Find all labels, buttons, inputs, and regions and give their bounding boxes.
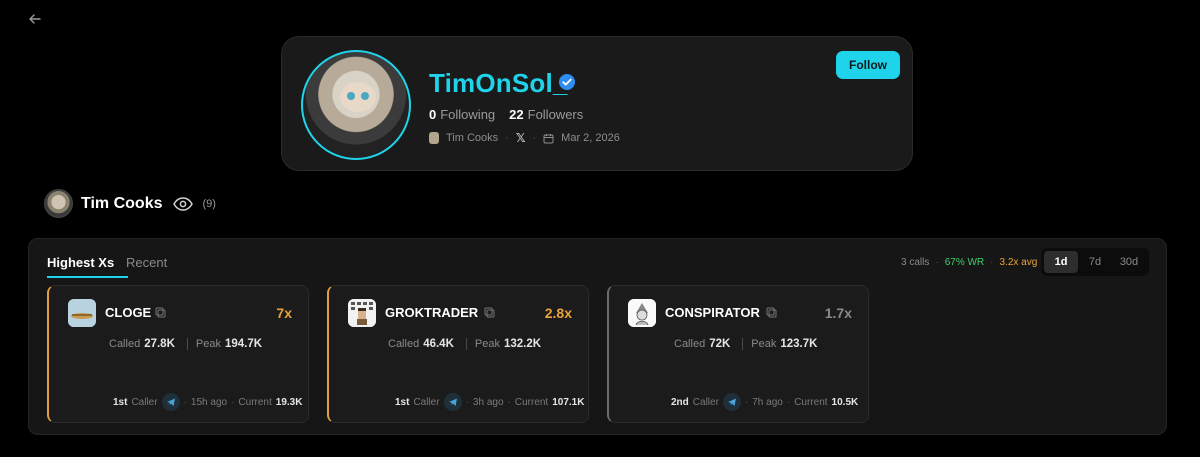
- profile-name: TimOnSol_: [429, 68, 568, 98]
- call-multiplier: 1.7x: [824, 305, 852, 321]
- call-footer: 1st Caller · 15h ago · Current 19.3K: [113, 393, 302, 411]
- channel-link[interactable]: Tim Cooks: [446, 132, 498, 144]
- peak-value: 123.7K: [780, 338, 818, 350]
- verified-badge-icon: [559, 74, 575, 90]
- profile-card: TimOnSol_ 0 Following 22 Followers Tim Coo…: [281, 36, 913, 171]
- following-stat[interactable]: 0 Following: [429, 107, 495, 122]
- profile-avatar: [301, 50, 411, 160]
- follow-stats: 0 Following 22 Followers: [429, 107, 583, 122]
- call-multiplier: 7x: [276, 305, 292, 321]
- caller-rank: 1st: [113, 396, 128, 408]
- call-time: 15h ago: [190, 396, 228, 408]
- eye-icon[interactable]: [172, 196, 193, 211]
- current-value: 10.5K: [831, 396, 859, 408]
- tab-recent[interactable]: Recent: [126, 255, 167, 270]
- groktrader-token-icon: [348, 299, 376, 327]
- current-value: 107.1K: [552, 396, 585, 408]
- caller-rank: 1st: [395, 396, 410, 408]
- call-card-conspirator[interactable]: CONSPIRATOR 1.7x Called 72K Peak 123.7K 2n…: [607, 285, 869, 423]
- calls-panel: Highest Xs Recent 3 calls · 67% WR · 3.2…: [28, 238, 1167, 435]
- copy-icon[interactable]: [155, 307, 166, 318]
- range-30d-button[interactable]: 30d: [1112, 251, 1146, 273]
- cloge-token-icon: [68, 299, 96, 327]
- range-7d-button[interactable]: 7d: [1078, 251, 1112, 273]
- back-arrow-icon[interactable]: [28, 12, 42, 26]
- token-name: GROKTRADER: [385, 305, 479, 320]
- telegram-icon[interactable]: [722, 393, 741, 411]
- calls-count: 3 calls: [901, 257, 930, 268]
- call-footer: 1st Caller · 3h ago · Current 107.1K: [395, 393, 584, 411]
- caller-rank: 2nd: [671, 396, 689, 408]
- profile-meta: Tim Cooks · 𝕏 · Mar 2, 2026: [429, 131, 620, 145]
- call-time: 3h ago: [472, 396, 504, 408]
- call-card-groktrader[interactable]: GROKTRADER 2.8x Called 46.4K Peak 132.2K 1…: [327, 285, 589, 423]
- channel-header: Tim Cooks (9): [44, 189, 216, 218]
- watch-count: (9): [202, 197, 216, 210]
- token-name: CONSPIRATOR: [665, 305, 760, 320]
- call-card-cloge[interactable]: CLOGE 7x Called 27.8K Peak 194.7K 1st Call…: [47, 285, 309, 423]
- followers-stat[interactable]: 22 Followers: [509, 107, 583, 122]
- called-value: 27.8K: [144, 338, 175, 350]
- joined-date: Mar 2, 2026: [561, 132, 620, 144]
- calls-summary: 3 calls · 67% WR · 3.2x avg: [901, 257, 1038, 268]
- called-value: 46.4K: [423, 338, 454, 350]
- x-icon[interactable]: 𝕏: [516, 131, 526, 145]
- copy-icon[interactable]: [484, 307, 495, 318]
- peak-value: 194.7K: [224, 338, 263, 350]
- call-multiplier: 2.8x: [544, 305, 572, 321]
- range-1d-button[interactable]: 1d: [1044, 251, 1078, 273]
- average-multiplier: 3.2x avg: [999, 257, 1038, 268]
- conspirator-token-icon: [628, 299, 656, 327]
- call-footer: 2nd Caller · 7h ago · Current 10.5K: [671, 393, 858, 411]
- current-value: 19.3K: [275, 396, 303, 408]
- calendar-icon: [543, 133, 554, 143]
- time-range-selector: 1d 7d 30d: [1041, 248, 1149, 276]
- peak-value: 132.2K: [503, 338, 542, 350]
- token-name: CLOGE: [105, 305, 152, 320]
- call-time: 7h ago: [752, 396, 783, 408]
- channel-mini-avatar: [429, 132, 439, 144]
- copy-icon[interactable]: [766, 307, 777, 318]
- call-stats: Called 72K Peak 123.7K: [674, 338, 818, 350]
- call-stats: Called 27.8K Peak 194.7K: [109, 338, 263, 350]
- active-tab-indicator: [47, 276, 128, 278]
- channel-avatar[interactable]: [44, 189, 73, 218]
- tab-highest-xs[interactable]: Highest Xs: [47, 255, 114, 270]
- called-value: 72K: [709, 338, 731, 350]
- telegram-icon[interactable]: [443, 393, 462, 411]
- win-rate: 67% WR: [944, 257, 985, 268]
- telegram-icon[interactable]: [161, 393, 180, 411]
- channel-name[interactable]: Tim Cooks: [81, 195, 163, 213]
- call-stats: Called 46.4K Peak 132.2K: [388, 338, 542, 350]
- follow-button[interactable]: Follow: [836, 51, 900, 79]
